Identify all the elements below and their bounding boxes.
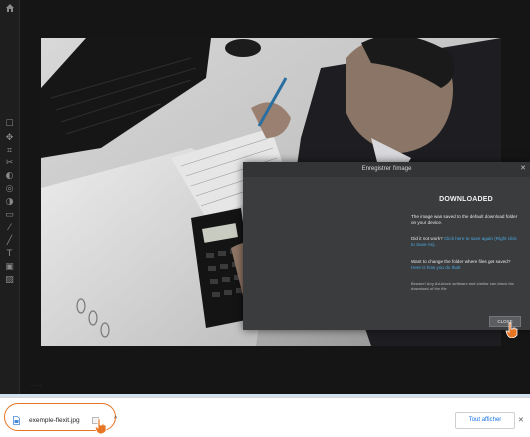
adjust-icon[interactable]: ☐ — [4, 119, 15, 130]
contrast-icon[interactable]: ◐ — [4, 171, 15, 182]
wand-icon[interactable]: ⁄ — [4, 223, 15, 234]
show-all-button[interactable]: Tout afficher — [455, 412, 515, 429]
how-to-link[interactable]: Here is how you do that! — [411, 265, 461, 270]
close-icon[interactable]: ✕ — [519, 164, 527, 173]
download-file-name[interactable]: exemple-flexit.jpg — [29, 417, 80, 424]
hand-cursor-icon — [94, 418, 107, 434]
downloaded-heading: DOWNLOADED — [439, 196, 493, 203]
image-icon[interactable]: ▨ — [4, 275, 15, 286]
photo-editor: ☐ ✥ ⌗ ✂ ◐ ◎ ◑ ▭ ⁄ ╱ T ▣ ▨ · · · · · Enre… — [0, 0, 530, 396]
home-icon[interactable] — [5, 3, 15, 13]
retry-question: Did it not work? — [411, 236, 443, 241]
close-icon[interactable]: ✕ — [518, 416, 524, 424]
image-file-icon — [13, 416, 20, 425]
crop-icon[interactable]: ⌗ — [4, 146, 15, 157]
dialog-title: Enregistrer l'image — [361, 166, 412, 172]
dialog-header: Enregistrer l'image ✕ — [243, 162, 530, 177]
filter-icon[interactable]: ◎ — [4, 184, 15, 195]
cut-icon[interactable]: ✂ — [4, 158, 15, 169]
frame-icon[interactable]: ▭ — [4, 210, 15, 221]
change-folder-message: Want to change the folder where files ge… — [411, 259, 521, 271]
move-icon[interactable]: ✥ — [4, 133, 15, 144]
status-text: · · · · · — [30, 383, 42, 388]
change-folder-question: Want to change the folder where files ge… — [411, 259, 511, 264]
hand-cursor-icon — [505, 322, 518, 338]
brightness-icon[interactable]: ◑ — [4, 197, 15, 208]
retry-message: Did it not work? Click here to save agai… — [411, 236, 521, 248]
text-icon[interactable]: T — [4, 249, 15, 260]
sticker-icon[interactable]: ▣ — [4, 262, 15, 273]
left-toolbar: ☐ ✥ ⌗ ✂ ◐ ◎ ◑ ▭ ⁄ ╱ T ▣ ▨ — [0, 0, 20, 396]
chevron-up-icon[interactable]: ^ — [114, 416, 117, 423]
brush-icon[interactable]: ╱ — [4, 236, 15, 247]
saved-message: The image was saved to the default downl… — [411, 214, 518, 225]
adblock-note: Beware! Any Ad-block software and simila… — [411, 282, 515, 291]
